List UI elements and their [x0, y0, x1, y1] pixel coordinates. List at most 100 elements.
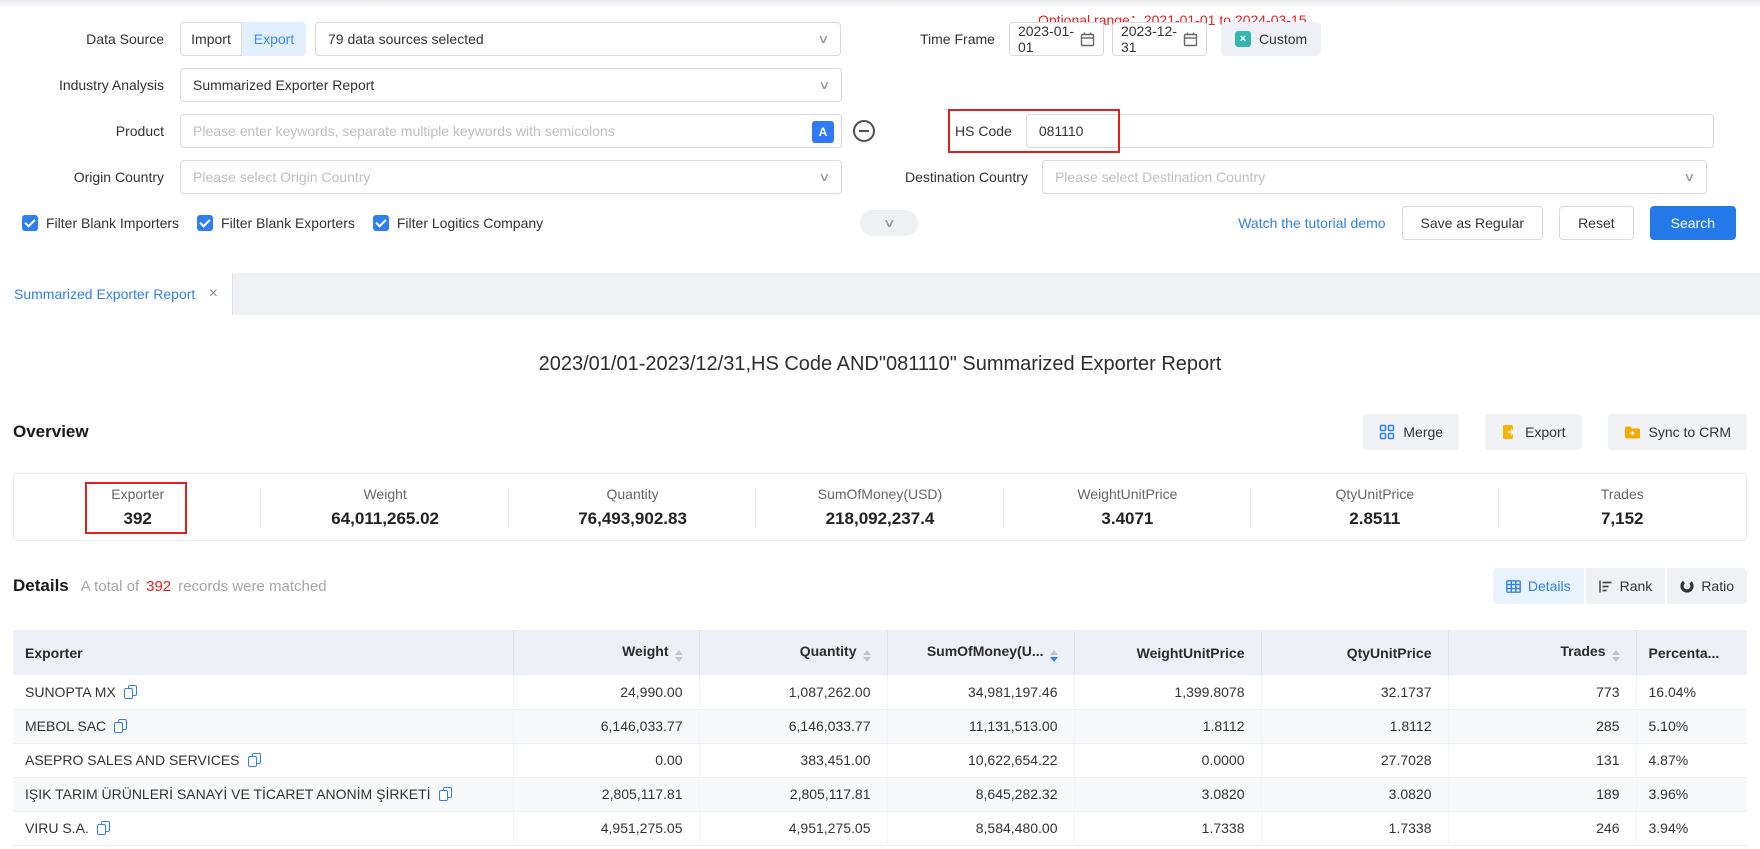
view-details-button[interactable]: Details	[1493, 568, 1584, 604]
form-row-product: Product A HS Code	[0, 114, 1760, 148]
overview-stat-qty-unit-price: QtyUnitPrice 2.8511	[1251, 474, 1498, 540]
stat-label: QtyUnitPrice	[1336, 486, 1415, 502]
stat-label: Quantity	[606, 486, 658, 502]
exporter-name-link[interactable]: SUNOPTA MX	[25, 684, 116, 700]
chevron-down-icon: ∨	[1683, 170, 1695, 184]
industry-analysis-select[interactable]: Summarized Exporter Report ∨	[180, 68, 842, 102]
stat-label: Weight	[363, 486, 406, 502]
stat-label: Trades	[1601, 486, 1644, 502]
translate-icon[interactable]: A	[812, 121, 834, 143]
data-sources-select[interactable]: 79 data sources selected ∨	[315, 22, 841, 56]
column-header-weight[interactable]: Weight	[513, 630, 699, 675]
chevron-down-icon: ∨	[817, 32, 829, 46]
export-button[interactable]: Export	[1485, 414, 1581, 450]
filter-logitics-company-checkbox[interactable]: Filter Logitics Company	[373, 215, 543, 231]
weight-unit-price-cell: 1,399.8078	[1074, 675, 1261, 709]
copy-icon[interactable]	[439, 787, 451, 801]
sort-icon-active-desc[interactable]	[1050, 650, 1058, 662]
qty-unit-price-cell: 27.7028	[1261, 743, 1448, 777]
qty-unit-price-cell: 1.8112	[1261, 709, 1448, 743]
destination-country-select[interactable]: Please select Destination Country ∨	[1042, 160, 1707, 194]
weight-cell: 4,951,275.05	[513, 811, 699, 845]
search-button[interactable]: Search	[1650, 206, 1736, 240]
table-row: MEBOL SAC 6,146,033.77 6,146,033.77 11,1…	[13, 709, 1747, 743]
trades-cell: 246	[1448, 811, 1636, 845]
save-as-regular-button[interactable]: Save as Regular	[1402, 206, 1544, 240]
search-form: Optional range：2021-01-01 to 2024-03-15 …	[0, 8, 1760, 240]
report-title: 2023/01/01-2023/12/31,HS Code AND"081110…	[0, 350, 1760, 378]
product-keywords-input[interactable]	[181, 116, 805, 146]
weight-cell: 24,990.00	[513, 675, 699, 709]
import-toggle[interactable]: Import	[180, 22, 242, 56]
close-icon[interactable]: ×	[209, 285, 218, 303]
trades-cell: 285	[1448, 709, 1636, 743]
percentage-cell: 4.87%	[1636, 743, 1747, 777]
copy-icon[interactable]	[114, 719, 126, 733]
sum-of-money-cell: 8,584,480.00	[887, 811, 1074, 845]
total-count: 392	[146, 578, 171, 595]
qty-unit-price-cell: 3.0820	[1261, 777, 1448, 811]
column-header-weight-unit-price: WeightUnitPrice	[1074, 630, 1261, 675]
reset-button[interactable]: Reset	[1559, 206, 1634, 240]
destination-country-placeholder: Please select Destination Country	[1055, 169, 1265, 185]
stat-label: Exporter	[111, 486, 164, 502]
table-row: IŞIK TARIM ÜRÜNLERİ SANAYİ VE TİCARET AN…	[13, 777, 1747, 811]
exporter-name-link[interactable]: VIRU S.A.	[25, 820, 89, 836]
start-date-value: 2023-01-01	[1018, 23, 1080, 55]
overview-stat-weight: Weight 64,011,265.02	[261, 474, 508, 540]
filter-blank-exporters-checkbox[interactable]: Filter Blank Exporters	[197, 215, 355, 231]
origin-country-select[interactable]: Please select Origin Country ∨	[180, 160, 842, 194]
trades-cell: 131	[1448, 743, 1636, 777]
stat-label: SumOfMoney(USD)	[818, 486, 942, 502]
weight-unit-price-cell: 0.0000	[1074, 743, 1261, 777]
column-header-sum-of-money[interactable]: SumOfMoney(U...	[887, 630, 1074, 675]
form-row-data-source: Data Source Import Export 79 data source…	[0, 22, 1760, 56]
view-rank-label: Rank	[1620, 578, 1653, 594]
view-ratio-button[interactable]: Ratio	[1667, 568, 1747, 604]
sort-icon[interactable]	[863, 650, 871, 662]
tab-summarized-exporter-report[interactable]: Summarized Exporter Report ×	[0, 273, 233, 315]
merge-button[interactable]: Merge	[1363, 414, 1459, 450]
weight-unit-price-cell: 1.8112	[1074, 709, 1261, 743]
quantity-cell: 6,146,033.77	[699, 709, 887, 743]
copy-icon[interactable]	[124, 685, 136, 699]
product-label: Product	[0, 123, 164, 139]
sum-of-money-cell: 11,131,513.00	[887, 709, 1074, 743]
overview-stat-exporter: Exporter 392	[14, 474, 261, 540]
weight-unit-price-cell: 3.0820	[1074, 777, 1261, 811]
tutorial-demo-link[interactable]: Watch the tutorial demo	[1238, 215, 1385, 231]
destination-country-label: Destination Country	[905, 169, 1028, 185]
export-toggle[interactable]: Export	[242, 22, 306, 56]
sort-icon[interactable]	[1612, 650, 1620, 662]
table-row: ASEPRO SALES AND SERVICES 0.00 383,451.0…	[13, 743, 1747, 777]
column-header-trades[interactable]: Trades	[1448, 630, 1636, 675]
exclude-circle-icon[interactable]	[853, 120, 875, 142]
hs-code-input[interactable]	[1026, 114, 1714, 148]
quantity-cell: 1,087,262.00	[699, 675, 887, 709]
form-row-industry: Industry Analysis Summarized Exporter Re…	[0, 68, 1760, 102]
expand-form-button[interactable]: ∨	[860, 210, 918, 236]
exporter-name-link[interactable]: MEBOL SAC	[25, 718, 106, 734]
filter-blank-importers-checkbox[interactable]: Filter Blank Importers	[22, 215, 179, 231]
custom-range-button[interactable]: × Custom	[1221, 22, 1321, 56]
custom-label: Custom	[1259, 31, 1307, 47]
sum-of-money-cell: 34,981,197.46	[887, 675, 1074, 709]
sync-to-crm-button[interactable]: Sync to CRM	[1608, 414, 1747, 450]
data-sources-value: 79 data sources selected	[328, 31, 484, 47]
weight-cell: 0.00	[513, 743, 699, 777]
percentage-cell: 3.96%	[1636, 777, 1747, 811]
copy-icon[interactable]	[248, 753, 260, 767]
end-date-input[interactable]: 2023-12-31	[1112, 22, 1207, 56]
exporter-name-link[interactable]: ASEPRO SALES AND SERVICES	[25, 752, 240, 768]
view-switcher: Details Rank Ratio	[1493, 568, 1747, 604]
view-rank-button[interactable]: Rank	[1586, 568, 1666, 604]
copy-icon[interactable]	[97, 821, 109, 835]
start-date-input[interactable]: 2023-01-01	[1009, 22, 1104, 56]
column-header-quantity[interactable]: Quantity	[699, 630, 887, 675]
percentage-cell: 16.04%	[1636, 675, 1747, 709]
table-icon	[1506, 580, 1521, 593]
sort-icon[interactable]	[675, 650, 683, 662]
calendar-icon	[1080, 32, 1095, 47]
exporter-name-link[interactable]: IŞIK TARIM ÜRÜNLERİ SANAYİ VE TİCARET AN…	[25, 786, 431, 802]
column-header-percentage: Percenta...	[1636, 630, 1747, 675]
